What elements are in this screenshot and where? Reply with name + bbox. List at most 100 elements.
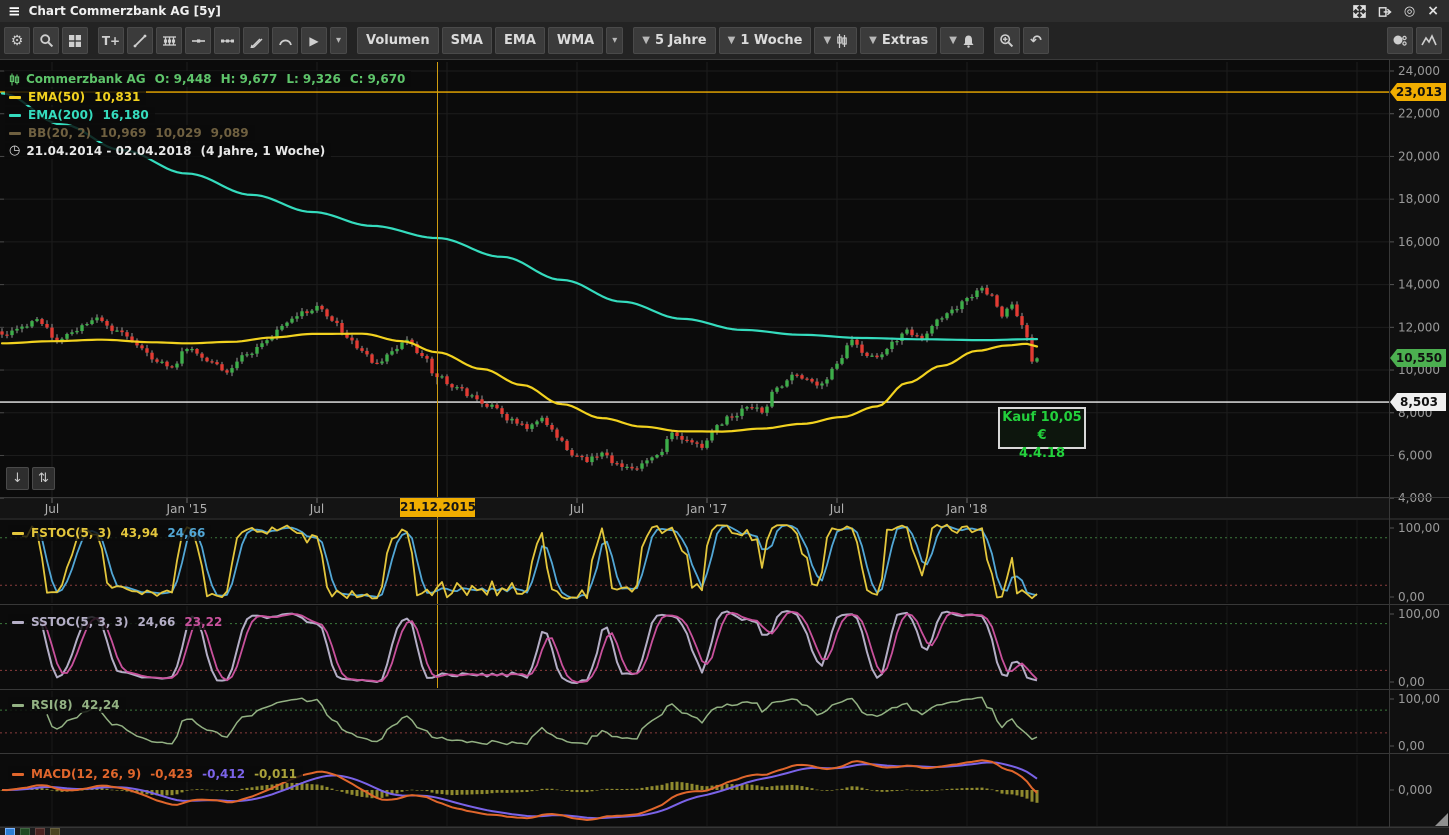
- alarm-dropdown[interactable]: ▼: [940, 27, 984, 54]
- horizontal-line-tool-button[interactable]: [185, 27, 211, 54]
- arc-icon: [278, 34, 293, 48]
- text-tool-button[interactable]: T+: [98, 27, 124, 54]
- chevron-down-icon: ▼: [869, 35, 877, 46]
- settings-button[interactable]: ⚙: [4, 27, 30, 54]
- rsi-legend[interactable]: RSI(8) 42,24: [8, 697, 126, 713]
- chevron-down-icon: ▾: [336, 35, 341, 46]
- toolbar: ⚙ T+ ▶ ▾ Volumen SMA EMA WMA ▾ ▼5 Jahre …: [0, 22, 1449, 60]
- close-value: 9,670: [367, 72, 405, 86]
- line-swatch-icon: [12, 532, 24, 535]
- bottom-status-strip: [0, 827, 1449, 835]
- level-tag-high[interactable]: 23,013: [1390, 83, 1446, 101]
- chevron-down-icon: ▼: [642, 35, 650, 46]
- close-icon[interactable]: ×: [1427, 3, 1439, 19]
- rsi-panel[interactable]: [0, 691, 1389, 752]
- last-price-tag[interactable]: 10,550: [1390, 349, 1446, 367]
- chart-legend: Commerzbank AG O:9,448 H:9,677 L:9,326 C…: [5, 71, 411, 161]
- fstoc-legend[interactable]: FSTOC(5, 3) 43,94 24,66: [8, 525, 211, 541]
- horizontal-line-icon: [191, 34, 206, 48]
- ema50-legend[interactable]: EMA(50)10,831: [5, 89, 146, 105]
- line-swatch-icon: [12, 704, 24, 707]
- ema200-value: 16,180: [102, 108, 148, 122]
- fibonacci-icon: [162, 34, 177, 48]
- chart-window: ≡ Chart Commerzbank AG [5y] ◎ × ⚙ T+ ▶ ▾…: [0, 0, 1449, 835]
- time-axis[interactable]: [0, 497, 1389, 518]
- workspace-chip-active[interactable]: [5, 828, 15, 835]
- high-value: 9,677: [239, 72, 277, 86]
- workspace-chip[interactable]: [20, 828, 30, 835]
- cursor-date-tag[interactable]: 21.12.2015: [400, 498, 475, 517]
- search-icon: [39, 33, 54, 48]
- search-button[interactable]: [33, 27, 59, 54]
- arrow-tool-button[interactable]: ▶: [301, 27, 327, 54]
- arrows-up-down-icon: ⇅: [38, 471, 49, 486]
- zoom-in-icon: [999, 33, 1014, 48]
- sma-button[interactable]: SMA: [442, 27, 492, 54]
- price-axis[interactable]: [1389, 62, 1449, 827]
- sstoc-legend[interactable]: SSTOC(5, 3, 3) 24,66 23,22: [8, 614, 228, 630]
- workspace-chip[interactable]: [35, 828, 45, 835]
- trendline-tool-button[interactable]: [127, 27, 153, 54]
- title-bar: ≡ Chart Commerzbank AG [5y] ◎ ×: [0, 0, 1449, 22]
- chevron-down-icon: ▼: [949, 35, 957, 46]
- drawing-tools-dropdown[interactable]: ▾: [330, 27, 347, 54]
- export-icon[interactable]: [1378, 5, 1392, 18]
- object-list-button[interactable]: [1387, 27, 1413, 54]
- chart-type-dropdown[interactable]: ▼: [814, 27, 857, 54]
- ema200-legend[interactable]: EMA(200)16,180: [5, 107, 155, 123]
- trendline-icon: [133, 34, 147, 48]
- period-legend: ◷ 21.04.2014 - 02.04.2018(4 Jahre, 1 Woc…: [5, 143, 331, 159]
- line-swatch-icon: [9, 114, 21, 117]
- clock-icon: ◷: [9, 144, 20, 158]
- measure-tool-button[interactable]: [214, 27, 240, 54]
- undo-icon: ↶: [1030, 34, 1042, 48]
- chevron-down-icon: ▼: [728, 35, 736, 46]
- line-swatch-icon: [9, 132, 21, 135]
- target-icon[interactable]: ◎: [1404, 4, 1415, 19]
- grid-icon: [68, 34, 82, 48]
- instrument-name: Commerzbank AG: [26, 72, 146, 86]
- range-dropdown[interactable]: ▼5 Jahre: [633, 27, 715, 54]
- bell-icon: [962, 34, 975, 48]
- layout-grid-button[interactable]: [62, 27, 88, 54]
- play-arrow-icon: ▶: [309, 35, 318, 47]
- arc-tool-button[interactable]: [272, 27, 298, 54]
- level-tag-low[interactable]: 8,503: [1390, 393, 1446, 411]
- ema-button[interactable]: EMA: [495, 27, 545, 54]
- workspace-chip[interactable]: [50, 828, 60, 835]
- chart-style-button[interactable]: [1416, 27, 1442, 54]
- buy-marker[interactable]: Kauf 10,05 € 4.4.18: [998, 407, 1086, 449]
- candlestick-icon: [836, 33, 848, 49]
- interval-dropdown[interactable]: ▼1 Woche: [719, 27, 812, 54]
- pencil-tool-button[interactable]: [243, 27, 269, 54]
- wma-button[interactable]: WMA: [548, 27, 603, 54]
- line-swatch-icon: [12, 621, 24, 624]
- maximize-icon[interactable]: [1353, 5, 1366, 18]
- mountain-line-icon: [1421, 34, 1437, 47]
- bollinger-legend[interactable]: BB(20, 2)10,96910,0299,089: [5, 125, 255, 141]
- candlestick-icon: [9, 73, 20, 86]
- macd-legend[interactable]: MACD(12, 26, 9) -0,423 -0,412 -0,011: [8, 766, 303, 782]
- measure-icon: [220, 34, 235, 48]
- text-tool-icon: T+: [102, 35, 120, 47]
- undo-button[interactable]: ↶: [1023, 27, 1049, 54]
- resize-grip[interactable]: [1435, 813, 1448, 826]
- zoom-in-button[interactable]: [994, 27, 1020, 54]
- ema50-value: 10,831: [94, 90, 140, 104]
- extras-dropdown[interactable]: ▼Extras: [860, 27, 937, 54]
- bubbles-icon: [1392, 34, 1408, 48]
- fibonacci-tool-button[interactable]: [156, 27, 182, 54]
- scroll-down-button[interactable]: ↓: [6, 467, 29, 490]
- indicators-dropdown[interactable]: ▾: [606, 27, 623, 54]
- ohlc-legend[interactable]: Commerzbank AG O:9,448 H:9,677 L:9,326 C…: [5, 71, 411, 87]
- arrow-down-icon: ↓: [12, 471, 23, 486]
- window-title: Chart Commerzbank AG [5y]: [29, 4, 221, 18]
- menu-icon[interactable]: ≡: [8, 2, 21, 20]
- line-swatch-icon: [9, 96, 21, 99]
- volumen-button[interactable]: Volumen: [357, 27, 439, 54]
- pencil-icon: [249, 34, 263, 48]
- auto-scale-button[interactable]: ⇅: [32, 467, 55, 490]
- line-swatch-icon: [12, 773, 24, 776]
- buy-marker-date: 4.4.18: [1000, 445, 1084, 463]
- chevron-down-icon: ▼: [823, 35, 831, 46]
